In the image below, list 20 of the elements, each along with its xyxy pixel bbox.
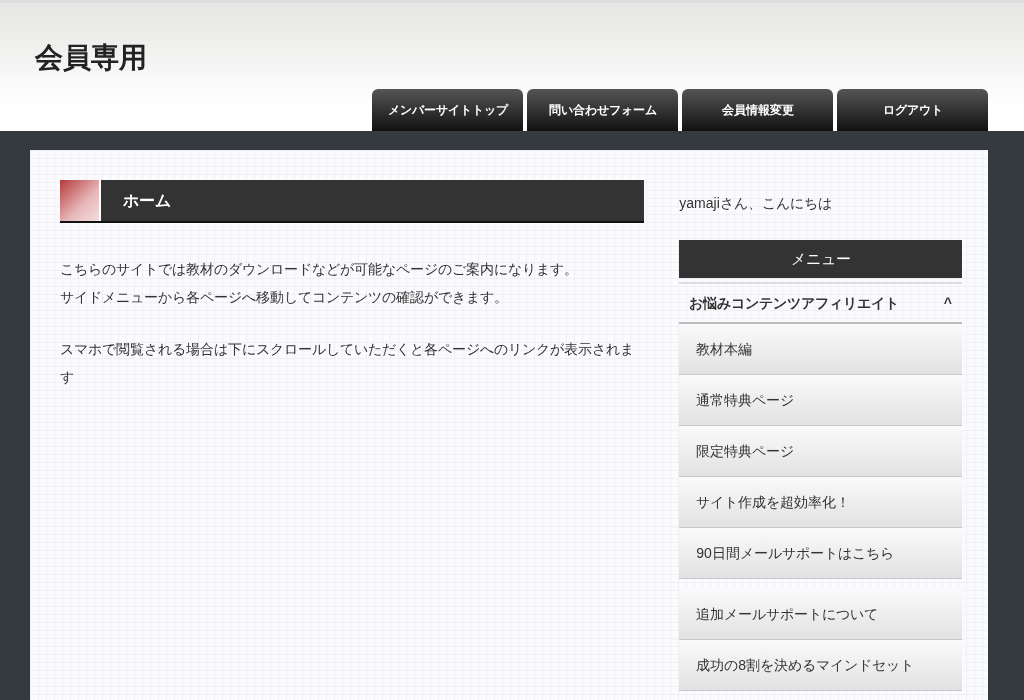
menu-link[interactable]: 90日間メールサポートはこちら (679, 528, 962, 579)
menu-link[interactable]: 教材本編 (679, 324, 962, 375)
page-heading: ホーム (123, 190, 171, 211)
greeting-text: yamajiさん、こんにちは (679, 194, 833, 213)
menu-link[interactable]: 追加メールサポートについて (679, 589, 962, 640)
nav-tab[interactable]: ログアウト (837, 89, 988, 131)
menu-title: メニュー (679, 240, 962, 278)
nav-tab[interactable]: 問い合わせフォーム (527, 89, 678, 131)
body-text: サイドメニューから各ページへ移動してコンテンツの確認ができます。 (60, 288, 509, 307)
menu-link[interactable]: 成功の8割を決めるマインドセット (679, 640, 962, 691)
heading-icon (60, 180, 101, 221)
body-text: スマホで閲覧される場合は下にスクロールしていただくと各ページへのリンクが表示されます (60, 340, 635, 387)
nav-tab[interactable]: 会員情報変更 (682, 89, 833, 131)
menu-link[interactable]: サイト作成を超効率化！ (679, 477, 962, 528)
menu-link[interactable]: 限定特典ページ (679, 426, 962, 477)
site-title: 会員専用 (35, 41, 147, 75)
nav-tab[interactable]: メンバーサイトトップ (372, 89, 523, 131)
menu-link[interactable]: 通常特典ページ (679, 375, 962, 426)
body-text: こちらのサイトでは教材のダウンロードなどが可能なページのご案内になります。 (60, 260, 579, 279)
caret-icon: ^ (943, 292, 952, 314)
